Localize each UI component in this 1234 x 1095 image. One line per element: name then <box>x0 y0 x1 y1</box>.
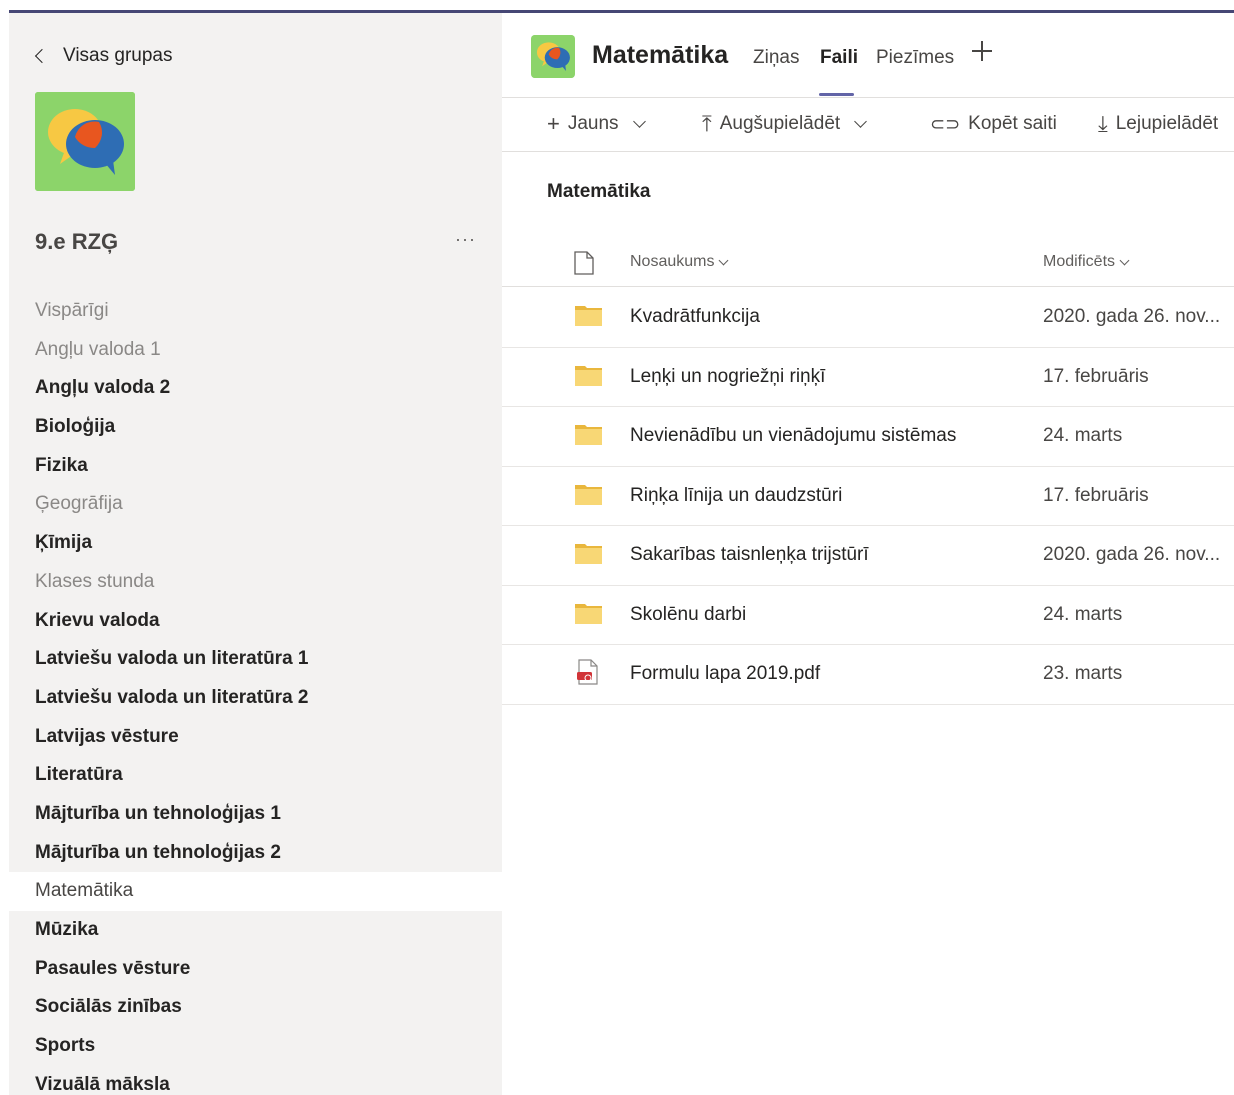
file-name: Leņķi un nogriežņi riņķī <box>630 365 826 387</box>
file-modified: 2020. gada 26. nov... <box>1043 544 1221 565</box>
channel-item[interactable]: Angļu valoda 1 <box>9 331 502 370</box>
file-modified: 24. marts <box>1043 603 1123 625</box>
channel-item[interactable]: Sports <box>9 1027 502 1066</box>
channel-list: Vispārīgi Angļu valoda 1 Angļu valoda 2 … <box>9 292 502 1095</box>
new-label: Jauns <box>567 113 619 134</box>
file-table-header: Nosaukums Modificēts <box>502 241 1234 287</box>
table-row[interactable]: Sakarības taisnleņķa trijstūrī 2020. gad… <box>502 526 1234 586</box>
chat-bubbles-icon <box>531 35 575 78</box>
new-button[interactable]: + Jauns <box>547 111 646 136</box>
upload-button[interactable]: ⤒ Augšupielādēt <box>702 111 868 136</box>
table-row[interactable]: Riņķa līnija un daudzstūri 17. februāris <box>502 467 1234 526</box>
chevron-down-icon <box>632 115 646 128</box>
channel-item[interactable]: Vizuālā māksla <box>9 1066 502 1095</box>
chevron-left-icon <box>34 48 50 64</box>
table-row[interactable]: Kvadrātfunkcija 2020. gada 26. nov... <box>502 288 1234 348</box>
column-header-modified[interactable]: Modificēts <box>1043 253 1130 271</box>
channel-item[interactable]: Angļu valoda 2 <box>9 369 502 408</box>
folder-icon <box>575 544 602 564</box>
channel-avatar <box>531 35 575 78</box>
team-name: 9.e RZĢ <box>35 229 119 254</box>
channel-item[interactable]: Klases stunda <box>9 563 502 602</box>
file-modified: 23. marts <box>1043 663 1123 684</box>
channel-item[interactable]: Krievu valoda <box>9 602 502 641</box>
file-modified: 17. februāris <box>1043 365 1149 387</box>
channel-item[interactable]: Bioloģija <box>9 408 502 447</box>
pdf-file-icon <box>577 659 598 685</box>
breadcrumb[interactable]: Matemātika <box>547 181 651 203</box>
table-row[interactable]: Skolēnu darbi 24. marts <box>502 586 1234 645</box>
channel-item[interactable]: Mūzika <box>9 911 502 950</box>
channel-header: Matemātika Ziņas Faili Piezīmes <box>502 13 1234 98</box>
channel-item[interactable]: Ķīmija <box>9 524 502 563</box>
file-name: Formulu lapa 2019.pdf <box>630 663 821 684</box>
files-toolbar: + Jauns ⤒ Augšupielādēt ⊂⊃ Kopēt saiti ⤓… <box>502 99 1234 152</box>
channel-item[interactable]: Mājturība un tehnoloģijas 2 <box>9 834 502 873</box>
back-to-all-teams-link[interactable]: Visas grupas <box>34 45 173 67</box>
channel-item[interactable]: Mājturība un tehnoloģijas 1 <box>9 795 502 834</box>
download-icon: ⤓ <box>1098 111 1108 136</box>
plus-icon: + <box>547 111 560 136</box>
team-sidebar: Visas grupas 9.e RZĢ ··· Vispārīgi Angļu… <box>9 13 502 1095</box>
file-name: Sakarības taisnleņķa trijstūrī <box>630 544 869 565</box>
file-modified: 17. februāris <box>1043 484 1149 506</box>
column-header-name[interactable]: Nosaukums <box>630 253 729 271</box>
channel-title: Matemātika <box>592 41 729 69</box>
chat-bubbles-icon <box>35 92 135 191</box>
download-button[interactable]: ⤓ Lejupielādēt <box>1098 113 1218 135</box>
channel-item[interactable]: Fizika <box>9 447 502 486</box>
table-row[interactable]: Nevienādību un vienādojumu sistēmas 24. … <box>502 407 1234 467</box>
tab-files[interactable]: Faili <box>820 47 858 69</box>
folder-icon <box>575 484 602 505</box>
folder-icon <box>575 603 602 624</box>
link-icon: ⊂⊃ <box>930 114 961 134</box>
active-tab-indicator <box>819 93 854 96</box>
tab-notes[interactable]: Piezīmes <box>876 47 954 69</box>
channel-item[interactable]: Latviešu valoda un literatūra 1 <box>9 640 502 679</box>
column-name-label: Nosaukums <box>630 253 715 270</box>
file-name: Skolēnu darbi <box>630 603 747 625</box>
copy-link-button[interactable]: ⊂⊃ Kopēt saiti <box>930 113 1057 135</box>
plus-icon[interactable] <box>972 41 992 61</box>
chevron-down-icon <box>1119 255 1130 265</box>
table-row[interactable]: Leņķi un nogriežņi riņķī 17. februāris <box>502 348 1234 407</box>
file-name: Nevienādību un vienādojumu sistēmas <box>630 425 957 446</box>
tab-posts[interactable]: Ziņas <box>753 47 799 69</box>
file-modified: 2020. gada 26. nov... <box>1043 306 1221 327</box>
channel-item[interactable]: Vispārīgi <box>9 292 502 331</box>
file-name: Riņķa līnija un daudzstūri <box>630 484 843 506</box>
folder-icon <box>575 425 602 445</box>
download-label: Lejupielādēt <box>1115 113 1219 134</box>
channel-content: Matemātika Ziņas Faili Piezīmes + Jauns … <box>502 13 1234 1095</box>
upload-label: Augšupielādēt <box>719 113 841 134</box>
document-icon <box>574 251 594 275</box>
more-options-icon[interactable]: ··· <box>455 229 476 250</box>
copy-link-label: Kopēt saiti <box>968 113 1057 134</box>
file-modified: 24. marts <box>1043 425 1123 446</box>
channel-item-active[interactable]: Matemātika <box>9 872 502 911</box>
channel-item[interactable]: Latviešu valoda un literatūra 2 <box>9 679 502 718</box>
channel-item[interactable]: Ģeogrāfija <box>9 485 502 524</box>
file-list: Kvadrātfunkcija 2020. gada 26. nov... Le… <box>502 288 1234 705</box>
channel-item[interactable]: Sociālās zinības <box>9 988 502 1027</box>
folder-icon <box>575 365 602 386</box>
chevron-down-icon <box>719 255 729 265</box>
back-label: Visas grupas <box>63 45 173 66</box>
channel-item[interactable]: Literatūra <box>9 756 502 795</box>
channel-item[interactable]: Pasaules vēsture <box>9 950 502 989</box>
upload-icon: ⤒ <box>702 111 712 136</box>
table-row[interactable]: Formulu lapa 2019.pdf 23. marts <box>502 645 1234 705</box>
folder-icon <box>575 306 602 326</box>
file-name: Kvadrātfunkcija <box>630 306 760 327</box>
team-avatar[interactable] <box>35 92 135 191</box>
channel-item[interactable]: Latvijas vēsture <box>9 718 502 757</box>
chevron-down-icon <box>854 115 868 128</box>
column-modified-label: Modificēts <box>1043 253 1116 270</box>
